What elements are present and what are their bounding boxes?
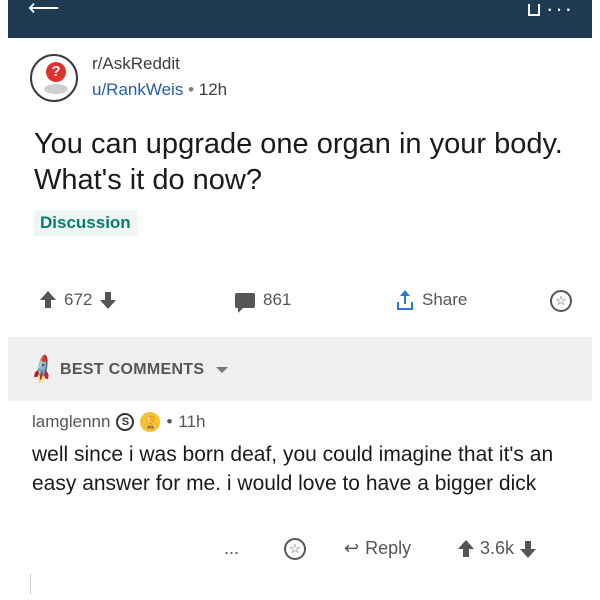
upvote-icon[interactable] [458, 539, 474, 558]
post-vote-count: 672 [64, 290, 93, 309]
top-app-bar: ⟵ ··· [8, 0, 592, 38]
comment-separator: • [166, 412, 173, 431]
comment-vote-group: 3.6k [458, 538, 537, 559]
comment-award-button[interactable]: ☆ [284, 538, 306, 560]
post-age: 12h [198, 80, 228, 99]
post-author[interactable]: u/RankWeis [92, 80, 183, 99]
question-mark-icon: ? [46, 62, 66, 82]
post-flair[interactable]: Discussion [34, 210, 137, 236]
award-icon: ☆ [550, 290, 572, 312]
chevron-down-icon [216, 367, 228, 373]
share-button[interactable]: Share [396, 290, 467, 310]
award-icon: ☆ [284, 538, 306, 560]
post-header: ? r/AskReddit u/RankWeis • 12h [30, 52, 570, 102]
reply-icon: ↩ [344, 538, 360, 558]
comment-meta: lamglennn S 🏆 • 11h [32, 412, 206, 432]
comment-actions: ... ☆ ↩ Reply 3.6k [224, 538, 584, 564]
comment-icon [235, 292, 255, 313]
share-icon [396, 290, 414, 310]
reply-label: Reply [365, 538, 412, 558]
downvote-icon[interactable] [520, 540, 537, 558]
meta-separator: • [188, 80, 195, 99]
comment-more-button[interactable]: ... [224, 538, 239, 559]
more-icon[interactable]: ··· [546, 0, 574, 22]
share-label: Share [422, 290, 468, 309]
bookmark-icon[interactable] [528, 4, 540, 16]
post-actions: 672 861 Share ☆ [40, 290, 580, 320]
rocket-icon: 🚀 [26, 353, 60, 387]
comment-body: well since i was born deaf, you could im… [32, 443, 554, 495]
reply-button[interactable]: ↩ Reply [344, 538, 411, 559]
post-title: You can upgrade one organ in your body. … [34, 128, 563, 196]
comment-count: 861 [263, 290, 292, 309]
subreddit-name[interactable]: r/AskReddit [92, 54, 180, 74]
upvote-icon[interactable] [40, 291, 56, 309]
user-badge-icon: S [116, 413, 135, 431]
snoo-face-icon [44, 84, 68, 94]
downvote-icon[interactable] [100, 291, 117, 309]
comment-age: 11h [178, 412, 206, 431]
comment-author[interactable]: lamglennn [32, 412, 110, 432]
award-button[interactable]: ☆ [550, 290, 572, 312]
post-meta: u/RankWeis • 12h [92, 80, 227, 100]
subreddit-avatar[interactable]: ? [30, 54, 78, 102]
comments-button[interactable]: 861 [235, 290, 292, 313]
comment-vote-count: 3.6k [480, 538, 515, 558]
more-icon: ... [224, 538, 240, 558]
gold-award-icon: 🏆 [140, 412, 161, 432]
comment-thread-line [30, 574, 31, 594]
back-arrow-icon[interactable]: ⟵ [28, 0, 60, 19]
sort-label: BEST COMMENTS [60, 361, 205, 378]
comment-sort-bar[interactable]: 🚀 BEST COMMENTS [8, 337, 592, 401]
post-vote-group: 672 [40, 290, 117, 310]
